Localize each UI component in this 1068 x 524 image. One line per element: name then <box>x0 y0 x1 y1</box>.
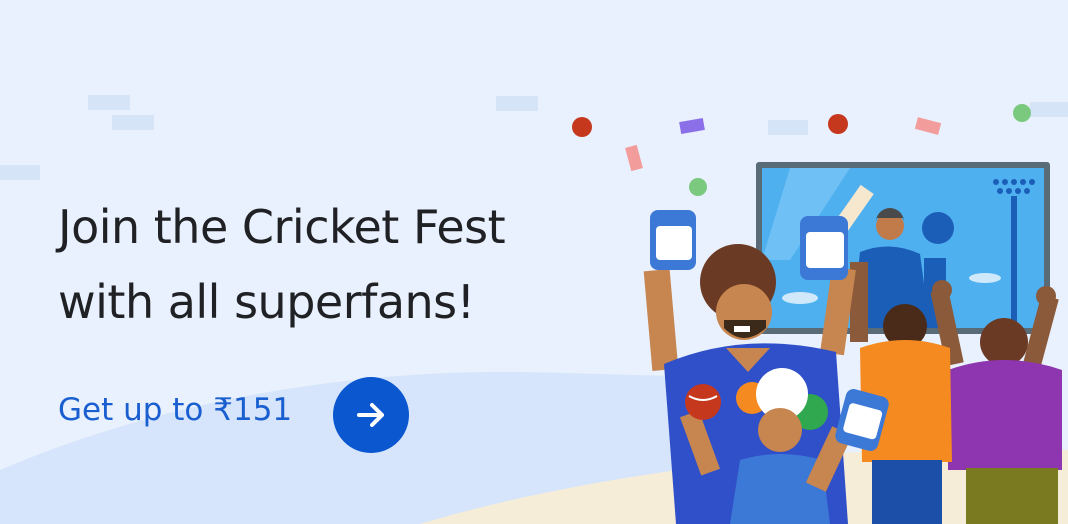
cricket-fans-illustration <box>572 104 1062 524</box>
promo-banner[interactable]: Join the Cricket Fest with all superfans… <box>0 0 1068 524</box>
